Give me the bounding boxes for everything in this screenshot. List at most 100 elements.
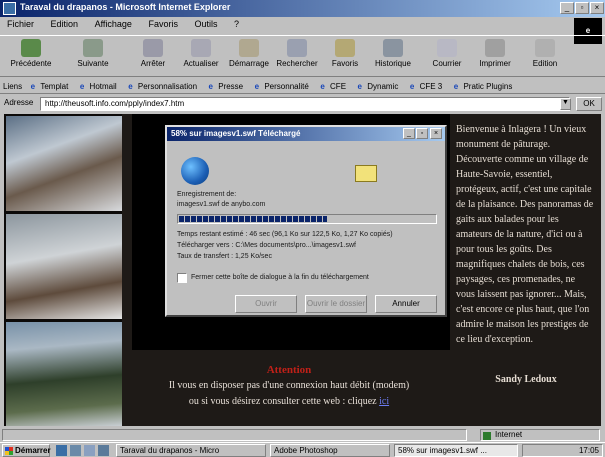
- notice-line-2: ou si vous désirez consulter cette web :…: [188, 396, 390, 407]
- ie-window-icon[interactable]: [3, 2, 16, 15]
- stop-button[interactable]: Arrêter: [128, 39, 178, 75]
- toolbar: Précédente Suivante Arrêter Actualiser D…: [0, 35, 605, 77]
- download-dialog: 58% sur imagesv1.swf Téléchargé _ ▫ × En…: [165, 125, 447, 317]
- taskbar: Démarrer Taraval du drapanos - Micro Ado…: [0, 442, 605, 457]
- links-bar: Liens e Templat e Hotmail e Personnalisa…: [0, 78, 605, 94]
- open-folder-button[interactable]: Ouvrir le dossier: [305, 295, 367, 313]
- favorites-icon: [335, 39, 355, 57]
- photo-column: [4, 114, 122, 426]
- link-icon: e: [409, 82, 415, 91]
- task-photoshop[interactable]: Adobe Photoshop: [270, 444, 390, 457]
- window-title: Taraval du drapanos - Microsoft Internet…: [20, 2, 231, 12]
- dialog-maximize-button[interactable]: ▫: [416, 128, 428, 139]
- progress-fill: [179, 216, 327, 222]
- favorites-button[interactable]: Favoris: [320, 39, 370, 75]
- quicklaunch-outlook-icon[interactable]: [84, 445, 95, 456]
- cancel-button[interactable]: Annuler: [375, 295, 437, 313]
- link-icon: e: [357, 82, 362, 91]
- globe-icon: [181, 157, 209, 185]
- download-to: Télécharger vers : C:\Mes documents\pro.…: [177, 242, 356, 249]
- link-item[interactable]: e Personnalisation: [125, 78, 203, 93]
- maximize-button[interactable]: ▫: [575, 2, 589, 14]
- status-bar: Internet: [0, 428, 605, 442]
- link-item[interactable]: e CFE 3: [407, 78, 448, 93]
- link-item[interactable]: e Hotmail: [77, 78, 123, 93]
- click-here-link[interactable]: ici: [379, 396, 389, 407]
- home-icon: [239, 39, 259, 57]
- link-icon: e: [254, 82, 260, 91]
- quicklaunch-ie-icon[interactable]: [56, 445, 67, 456]
- signature: Sandy Ledoux: [495, 374, 557, 385]
- address-label: Adresse: [4, 98, 34, 107]
- village-photo: [6, 116, 122, 211]
- menu-edit[interactable]: Edition: [44, 17, 86, 31]
- close-when-done-checkbox[interactable]: [177, 273, 187, 283]
- start-button[interactable]: Démarrer: [2, 444, 51, 457]
- stop-icon: [143, 39, 163, 57]
- search-icon: [287, 39, 307, 57]
- link-icon: e: [128, 82, 133, 91]
- link-item[interactable]: e Presse: [206, 78, 250, 93]
- notice-text: Attention Il vous en disposer pas d'une …: [124, 362, 454, 410]
- back-button[interactable]: Précédente: [6, 39, 56, 75]
- link-item[interactable]: e Personnalité: [252, 78, 315, 93]
- link-item[interactable]: e CFE: [317, 78, 352, 93]
- welcome-text: Bienvenue à Inlagera ! Un vieux monument…: [456, 124, 594, 345]
- link-item[interactable]: e Pratic Plugins: [451, 78, 519, 93]
- menu-view[interactable]: Affichage: [88, 17, 139, 31]
- saving-label: Enregistrement de:: [177, 191, 237, 198]
- search-button[interactable]: Rechercher: [272, 39, 322, 75]
- edit-button[interactable]: Edition: [520, 39, 570, 75]
- notice-title: Attention: [266, 364, 312, 376]
- task-browser[interactable]: Taraval du drapanos - Micro: [116, 444, 266, 457]
- close-button[interactable]: ×: [590, 2, 604, 14]
- link-item[interactable]: e Dynamic: [355, 78, 405, 93]
- quicklaunch-channels-icon[interactable]: [98, 445, 109, 456]
- link-icon: e: [79, 82, 85, 91]
- system-tray: 17:05: [522, 444, 603, 457]
- links-label: Liens: [3, 82, 23, 91]
- menu-tools[interactable]: Outils: [188, 17, 225, 31]
- address-bar: Adresse http://theusoft.info.com/pply/in…: [0, 95, 605, 113]
- forward-button[interactable]: Suivante: [68, 39, 118, 75]
- link-icon: e: [30, 82, 36, 91]
- menu-favorites[interactable]: Favoris: [141, 17, 185, 31]
- link-icon: e: [320, 82, 325, 91]
- refresh-button[interactable]: Actualiser: [176, 39, 226, 75]
- printer-icon: [485, 39, 505, 57]
- dialog-close-button[interactable]: ×: [430, 128, 442, 139]
- status-text: [2, 429, 467, 441]
- mail-button[interactable]: Courrier: [422, 39, 472, 75]
- history-button[interactable]: Historique: [368, 39, 418, 75]
- folder-icon: [355, 165, 377, 182]
- address-input[interactable]: http://theusoft.info.com/pply/index7.htm: [40, 97, 570, 111]
- quicklaunch-desktop-icon[interactable]: [70, 445, 81, 456]
- task-download[interactable]: 58% sur imagesv1.swf ...: [394, 444, 518, 457]
- link-icon: e: [453, 82, 459, 91]
- transfer-rate: Taux de transfert : 1,25 Ko/sec: [177, 253, 272, 260]
- history-icon: [383, 39, 403, 57]
- refresh-icon: [191, 39, 211, 57]
- menu-help[interactable]: ?: [227, 17, 246, 31]
- back-arrow-icon: [21, 39, 41, 57]
- minimize-button[interactable]: _: [560, 2, 574, 14]
- title-bar: Taraval du drapanos - Microsoft Internet…: [0, 0, 605, 17]
- status-zone: Internet: [480, 429, 600, 441]
- address-dropdown-arrow-icon[interactable]: ▼: [560, 98, 571, 110]
- menu-bar: Fichier Edition Affichage Favoris Outils…: [0, 17, 605, 33]
- go-button[interactable]: OK: [576, 97, 602, 111]
- open-button[interactable]: Ouvrir: [235, 295, 297, 313]
- clock: 17:05: [578, 446, 599, 455]
- link-icon: e: [208, 82, 213, 91]
- dialog-minimize-button[interactable]: _: [403, 128, 415, 139]
- link-item[interactable]: e Templat: [28, 78, 75, 93]
- home-button[interactable]: Démarrage: [224, 39, 274, 75]
- download-progress-bar: [177, 214, 437, 224]
- mail-icon: [437, 39, 457, 57]
- forward-arrow-icon: [83, 39, 103, 57]
- checkbox-label: Fermer cette boîte de dialogue à la fin …: [191, 274, 369, 281]
- print-button[interactable]: Imprimer: [470, 39, 520, 75]
- menu-file[interactable]: Fichier: [0, 17, 41, 31]
- file-source: imagesv1.swf de anybo.com: [177, 201, 266, 208]
- forest-photo: [6, 322, 122, 426]
